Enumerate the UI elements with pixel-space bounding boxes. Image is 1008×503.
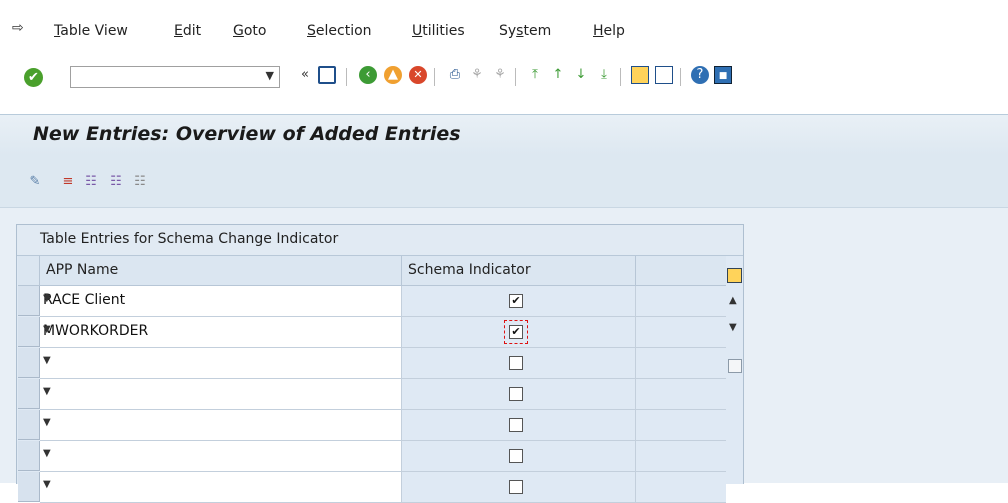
empty-cell — [636, 286, 726, 317]
row-selector[interactable] — [18, 410, 40, 440]
find-next-icon[interactable]: ⚘ — [491, 66, 509, 84]
save-icon[interactable] — [318, 66, 336, 84]
scroll-thumb[interactable] — [728, 359, 742, 373]
content-area: Table Entries for Schema Change Indicato… — [0, 208, 1008, 503]
menu-selection[interactable]: Selection — [307, 23, 372, 39]
table-caption: Table Entries for Schema Change Indicato… — [17, 225, 743, 256]
value-help-dropdown-icon[interactable]: ▼ — [43, 448, 391, 459]
select-all-icon[interactable]: ☷ — [83, 174, 99, 190]
app-name-field[interactable]: ▼ — [40, 348, 402, 379]
shortcut-icon[interactable] — [655, 66, 673, 84]
menu-help[interactable]: Help — [593, 23, 625, 39]
toolbar-separator — [515, 68, 516, 86]
schema-indicator-checkbox[interactable] — [509, 480, 523, 494]
app-name-field[interactable]: RACE Client ▼ — [40, 286, 402, 317]
print-icon[interactable]: ⎙ — [446, 66, 464, 84]
column-header-label: Schema Indicator — [408, 262, 531, 278]
page-title: New Entries: Overview of Added Entries — [33, 123, 461, 145]
back-icon[interactable]: ‹ — [359, 66, 377, 84]
app-name-field[interactable]: ▼ — [40, 410, 402, 441]
application-toolbar: ✎ ≡ ☷ ☷ ☷ — [0, 155, 1008, 208]
scroll-down-icon[interactable]: ▼ — [729, 322, 737, 333]
schema-indicator-cell — [402, 441, 636, 472]
change-display-icon[interactable]: ✎ — [27, 174, 43, 190]
menu-table-view[interactable]: Table View — [54, 23, 128, 39]
row-selector[interactable] — [18, 441, 40, 471]
column-header-label: APP Name — [46, 262, 119, 278]
schema-indicator-cell — [402, 348, 636, 379]
row-selector[interactable] — [18, 286, 40, 316]
value-help-dropdown-icon[interactable]: ▼ — [43, 324, 391, 335]
schema-indicator-checkbox[interactable]: ✔ — [509, 294, 523, 308]
menu-utilities[interactable]: Utilities — [412, 23, 465, 39]
scroll-up-icon[interactable]: ▲ — [729, 295, 737, 306]
app-name-field[interactable]: ▼ — [40, 472, 402, 503]
column-header-app-name[interactable]: APP Name — [40, 256, 402, 286]
table-caption-text: Table Entries for Schema Change Indicato… — [40, 231, 339, 247]
cancel-icon[interactable]: ✕ — [409, 66, 427, 84]
table-control: Table Entries for Schema Change Indicato… — [16, 224, 744, 503]
toolbar-separator — [434, 68, 435, 86]
standard-toolbar: ✔ ▼ « ‹ ▲ ✕ ⎙ ⚘ ⚘ ⤒ ↑ ↓ ⤓ ? ■ — [0, 56, 1008, 94]
row-selector[interactable] — [18, 348, 40, 378]
menu-goto[interactable]: Goto — [233, 23, 266, 39]
app-name-field[interactable]: ▼ — [40, 441, 402, 472]
schema-indicator-cell: ✔ — [402, 317, 636, 348]
app-name-field[interactable]: MWORKORDER ▼ — [40, 317, 402, 348]
value-help-dropdown-icon[interactable]: ▼ — [43, 386, 391, 397]
value-help-dropdown-icon[interactable]: ▼ — [43, 293, 391, 304]
schema-indicator-cell — [402, 472, 636, 503]
row-selector[interactable] — [18, 379, 40, 409]
empty-cell — [636, 410, 726, 441]
last-page-icon[interactable]: ⤓ — [595, 66, 613, 84]
row-selector[interactable] — [18, 472, 40, 502]
schema-indicator-checkbox[interactable]: ✔ — [509, 325, 523, 339]
schema-indicator-checkbox[interactable] — [509, 418, 523, 432]
schema-indicator-checkbox[interactable] — [509, 387, 523, 401]
column-header-empty — [636, 256, 726, 286]
menu-system[interactable]: System — [499, 23, 551, 39]
exit-icon[interactable]: ▲ — [384, 66, 402, 84]
schema-indicator-cell: ✔ — [402, 286, 636, 317]
toolbar-separator — [680, 68, 681, 86]
value-help-dropdown-icon[interactable]: ▼ — [43, 355, 391, 366]
delete-row-icon[interactable]: ≡ — [60, 174, 76, 190]
find-icon[interactable]: ⚘ — [468, 66, 486, 84]
select-block-icon[interactable]: ☷ — [108, 174, 124, 190]
deselect-all-icon[interactable]: ☷ — [132, 174, 148, 190]
menu-bar: ⇨ Table View Edit Goto Selection Utiliti… — [0, 0, 1008, 46]
command-field[interactable]: ▼ — [70, 66, 280, 88]
value-help-dropdown-icon[interactable]: ▼ — [43, 417, 391, 428]
schema-indicator-checkbox[interactable] — [509, 449, 523, 463]
empty-cell — [636, 348, 726, 379]
enter-icon[interactable]: ✔ — [24, 68, 43, 87]
first-page-icon[interactable]: ⤒ — [526, 66, 544, 84]
schema-indicator-cell — [402, 410, 636, 441]
exit-menu-icon[interactable]: ⇨ — [12, 20, 24, 36]
next-page-icon[interactable]: ↓ — [572, 66, 590, 84]
customize-layout-icon[interactable]: ■ — [714, 66, 732, 84]
app-name-field[interactable]: ▼ — [40, 379, 402, 410]
create-session-icon[interactable] — [631, 66, 649, 84]
toolbar-separator — [620, 68, 621, 86]
help-icon[interactable]: ? — [691, 66, 709, 84]
vertical-scrollbar[interactable]: ▲ ▼ — [726, 256, 743, 484]
schema-indicator-checkbox[interactable] — [509, 356, 523, 370]
empty-cell — [636, 441, 726, 472]
toolbar-separator — [346, 68, 347, 86]
schema-indicator-cell — [402, 379, 636, 410]
empty-cell — [636, 379, 726, 410]
value-help-dropdown-icon[interactable]: ▼ — [43, 479, 391, 490]
menu-edit[interactable]: Edit — [174, 23, 201, 39]
empty-cell — [636, 472, 726, 503]
column-header-schema-indicator[interactable]: Schema Indicator — [402, 256, 636, 286]
table-settings-icon[interactable] — [727, 268, 742, 283]
previous-page-icon[interactable]: ↑ — [549, 66, 567, 84]
collapse-icon[interactable]: « — [296, 66, 314, 84]
empty-cell — [636, 317, 726, 348]
screen-title-bar: New Entries: Overview of Added Entries — [0, 114, 1008, 155]
select-all-rows-button[interactable] — [18, 256, 40, 286]
command-dropdown-icon[interactable]: ▼ — [266, 69, 274, 82]
row-selector[interactable] — [18, 317, 40, 347]
